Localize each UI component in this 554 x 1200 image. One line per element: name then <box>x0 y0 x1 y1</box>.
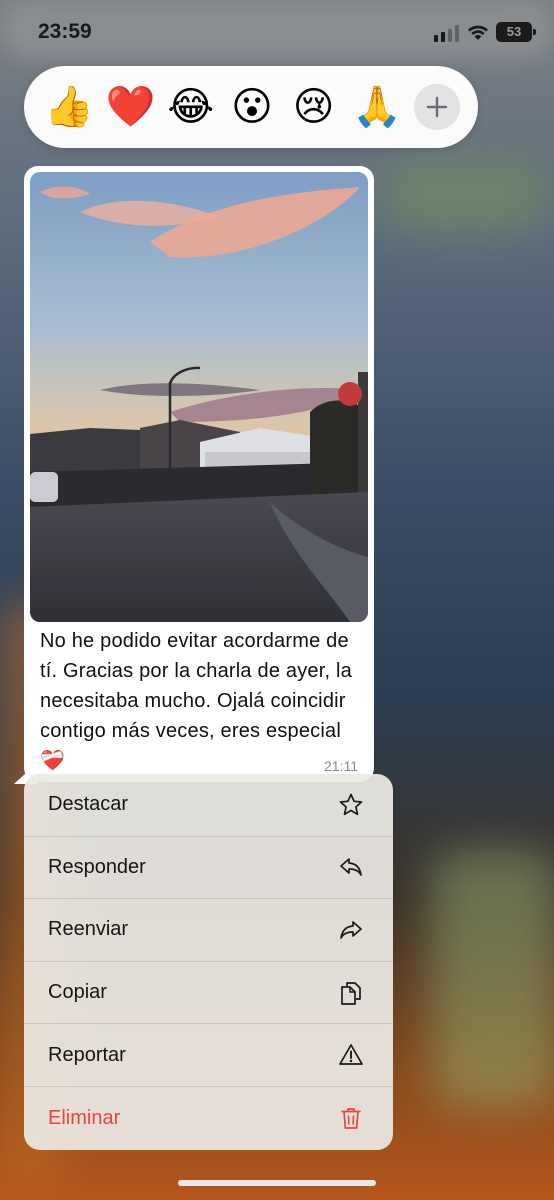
background-blur <box>430 850 554 1110</box>
cellular-signal-icon <box>434 24 459 42</box>
status-bar: 23:59 53 <box>0 0 554 66</box>
add-reaction-button[interactable] <box>413 84 460 130</box>
wifi-icon <box>468 25 488 40</box>
reply-icon <box>337 853 365 881</box>
menu-item-label: Responder <box>48 855 146 878</box>
reaction-thumbs-up[interactable]: 👍 <box>44 87 94 127</box>
sunset-street-image <box>30 172 368 622</box>
copy-icon <box>337 979 365 1007</box>
menu-item-label: Reportar <box>48 1043 126 1066</box>
menu-item-label: Copiar <box>48 981 107 1004</box>
battery-icon: 53 <box>496 22 536 42</box>
reaction-red-heart[interactable]: ❤️ <box>106 87 156 127</box>
reaction-tears-of-joy[interactable]: 😂 <box>167 87 214 127</box>
menu-item-label: Eliminar <box>48 1106 121 1129</box>
menu-item-reenviar[interactable]: Reenviar <box>24 899 393 962</box>
message-context-menu: Destacar Responder Reenviar Copiar Repor… <box>24 774 393 1150</box>
menu-item-responder[interactable]: Responder <box>24 837 393 900</box>
plus-icon <box>426 96 448 118</box>
trash-icon <box>337 1104 365 1132</box>
star-icon <box>337 791 365 819</box>
message-bubble[interactable]: No he podido evitar acordarme de tí. Gra… <box>24 166 374 782</box>
message-timestamp: 21:11 <box>324 758 358 774</box>
menu-item-destacar[interactable]: Destacar <box>24 774 393 837</box>
message-photo[interactable] <box>30 172 368 622</box>
menu-item-label: Destacar <box>48 793 129 816</box>
reaction-bar: 👍 ❤️ 😂 😮 😢 🙏 <box>24 66 478 148</box>
status-time: 23:59 <box>38 20 92 43</box>
reaction-crying[interactable]: 😢 <box>291 87 337 127</box>
reaction-surprised[interactable]: 😮 <box>229 87 275 127</box>
home-indicator[interactable] <box>178 1180 376 1186</box>
menu-item-copiar[interactable]: Copiar <box>24 962 393 1025</box>
warning-icon <box>337 1041 365 1069</box>
menu-item-label: Reenviar <box>48 918 129 941</box>
reaction-folded-hands[interactable]: 🙏 <box>352 87 402 127</box>
menu-item-eliminar[interactable]: Eliminar <box>24 1087 393 1150</box>
message-text: No he podido evitar acordarme de tí. Gra… <box>40 630 352 772</box>
background-blur <box>380 160 550 230</box>
forward-icon <box>337 916 365 944</box>
menu-item-reportar[interactable]: Reportar <box>24 1024 393 1087</box>
